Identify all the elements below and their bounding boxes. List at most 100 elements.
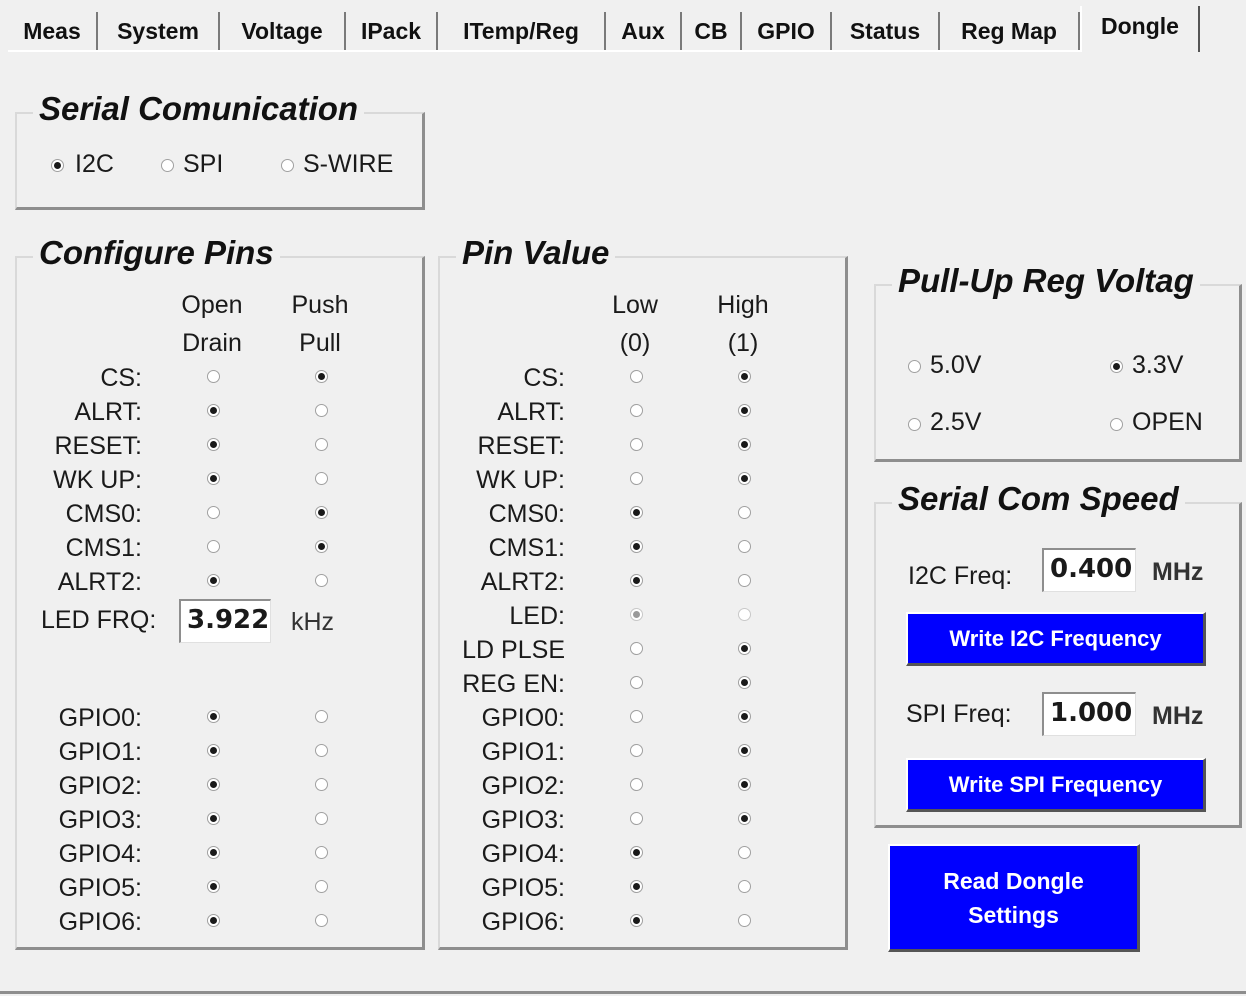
write-spi-frequency-button[interactable]: Write SPI Frequency: [906, 758, 1206, 812]
tab-bar: Meas System Voltage IPack ITemp/Reg Aux …: [8, 6, 1240, 52]
config-gpio0-push-pull-radio[interactable]: [315, 710, 328, 723]
pullup-3v3-radio[interactable]: [1110, 360, 1123, 373]
pinvalue-ldplse-high-radio[interactable]: [738, 642, 751, 655]
pinvalue-ldplse-low-radio[interactable]: [630, 642, 643, 655]
config-gpio1-open-drain-radio[interactable]: [207, 744, 220, 757]
config-gpio5-open-drain-radio[interactable]: [207, 880, 220, 893]
pinvalue-gpio0-high-radio[interactable]: [738, 710, 751, 723]
serial-i2c-radio[interactable]: [51, 159, 64, 172]
pinvalue-gpio6-low-radio[interactable]: [630, 914, 643, 927]
config-gpio4-open-drain-radio[interactable]: [207, 846, 220, 859]
pinvalue-alrt2-low-radio[interactable]: [630, 574, 643, 587]
config-cs-label: CS:: [100, 364, 142, 392]
config-alrt-push-pull-radio[interactable]: [315, 404, 328, 417]
config-cms1-push-pull-radio[interactable]: [315, 540, 328, 553]
config-cs-push-pull-radio[interactable]: [315, 370, 328, 383]
pullup-open-radio[interactable]: [1110, 418, 1123, 431]
pullup-5v-radio[interactable]: [908, 360, 921, 373]
tab-gpio[interactable]: GPIO: [742, 12, 832, 50]
pinvalue-cms1-low-radio[interactable]: [630, 540, 643, 553]
tab-meas[interactable]: Meas: [8, 12, 98, 50]
led-frq-field[interactable]: 3.922: [179, 599, 271, 643]
config-gpio2-push-pull-radio[interactable]: [315, 778, 328, 791]
config-gpio1-push-pull-radio[interactable]: [315, 744, 328, 757]
config-reset-push-pull-radio[interactable]: [315, 438, 328, 451]
config-alrt2-push-pull-radio[interactable]: [315, 574, 328, 587]
config-gpio0-open-drain-radio[interactable]: [207, 710, 220, 723]
pinvalue-gpio4-high-radio[interactable]: [738, 846, 751, 859]
config-reset-label: RESET:: [54, 432, 142, 460]
serial-swire-radio[interactable]: [281, 159, 294, 172]
pinvalue-alrt-low-radio[interactable]: [630, 404, 643, 417]
pinvalue-gpio2-high-radio[interactable]: [738, 778, 751, 791]
pinvalue-gpio1-high-radio[interactable]: [738, 744, 751, 757]
pinvalue-regen-low-radio[interactable]: [630, 676, 643, 689]
tab-status[interactable]: Status: [832, 12, 940, 50]
config-cs-open-drain-radio[interactable]: [207, 370, 220, 383]
pinvalue-alrt-high-radio[interactable]: [738, 404, 751, 417]
pinvalue-led-high-radio[interactable]: [738, 608, 751, 621]
config-gpio3-open-drain-radio[interactable]: [207, 812, 220, 825]
config-gpio2-label: GPIO2:: [58, 772, 142, 800]
config-gpio6-open-drain-radio[interactable]: [207, 914, 220, 927]
config-gpio5-label: GPIO5:: [58, 874, 142, 902]
pinvalue-cms1-high-radio[interactable]: [738, 540, 751, 553]
pinvalue-cs-high-radio[interactable]: [738, 370, 751, 383]
config-gpio2-open-drain-radio[interactable]: [207, 778, 220, 791]
config-wkup-open-drain-radio[interactable]: [207, 472, 220, 485]
write-i2c-frequency-button[interactable]: Write I2C Frequency: [906, 612, 1206, 666]
pinvalue-wkup-high-radio[interactable]: [738, 472, 751, 485]
pinvalue-gpio5-high-radio[interactable]: [738, 880, 751, 893]
config-alrt2-open-drain-radio[interactable]: [207, 574, 220, 587]
i2c-freq-field[interactable]: 0.400: [1042, 548, 1136, 592]
pinvalue-gpio5-low-radio[interactable]: [630, 880, 643, 893]
tab-cb[interactable]: CB: [682, 12, 742, 50]
pullup-2v5-radio[interactable]: [908, 418, 921, 431]
pinvalue-reset-high-radio[interactable]: [738, 438, 751, 451]
tab-system[interactable]: System: [98, 12, 220, 50]
serial-spi-radio[interactable]: [161, 159, 174, 172]
config-cms0-open-drain-radio[interactable]: [207, 506, 220, 519]
config-cms0-push-pull-radio[interactable]: [315, 506, 328, 519]
pinvalue-cms0-high-radio[interactable]: [738, 506, 751, 519]
config-gpio4-push-pull-radio[interactable]: [315, 846, 328, 859]
config-reset-open-drain-radio[interactable]: [207, 438, 220, 451]
config-gpio5-push-pull-radio[interactable]: [315, 880, 328, 893]
read-dongle-settings-button[interactable]: Read Dongle Settings: [888, 844, 1140, 952]
pinvalue-gpio0-low-radio[interactable]: [630, 710, 643, 723]
config-gpio3-label: GPIO3:: [58, 806, 142, 834]
pinvalue-cms1-label: CMS1:: [488, 534, 565, 562]
pinvalue-gpio3-high-radio[interactable]: [738, 812, 751, 825]
i2c-freq-unit: MHz: [1152, 558, 1204, 586]
pinvalue-reset-low-radio[interactable]: [630, 438, 643, 451]
tab-ipack[interactable]: IPack: [346, 12, 438, 50]
tab-aux[interactable]: Aux: [606, 12, 682, 50]
pinvalue-gpio2-low-radio[interactable]: [630, 778, 643, 791]
pinvalue-cs-low-radio[interactable]: [630, 370, 643, 383]
config-wkup-push-pull-radio[interactable]: [315, 472, 328, 485]
config-gpio4-label: GPIO4:: [58, 840, 142, 868]
config-gpio6-push-pull-radio[interactable]: [315, 914, 328, 927]
pinvalue-gpio4-label: GPIO4:: [481, 840, 565, 868]
serial-i2c-label: I2C: [75, 150, 114, 178]
pinvalue-cms0-low-radio[interactable]: [630, 506, 643, 519]
config-cms1-open-drain-radio[interactable]: [207, 540, 220, 553]
tab-dongle[interactable]: Dongle: [1080, 6, 1200, 52]
tab-reg-map[interactable]: Reg Map: [940, 12, 1080, 50]
pinvalue-led-low-radio[interactable]: [630, 608, 643, 621]
pinvalue-gpio4-low-radio[interactable]: [630, 846, 643, 859]
pinvalue-gpio1-low-radio[interactable]: [630, 744, 643, 757]
pinvalue-alrt2-high-radio[interactable]: [738, 574, 751, 587]
config-wkup-label: WK UP:: [53, 466, 142, 494]
tab-itemp-reg[interactable]: ITemp/Reg: [438, 12, 606, 50]
pinvalue-wkup-low-radio[interactable]: [630, 472, 643, 485]
pinvalue-gpio6-high-radio[interactable]: [738, 914, 751, 927]
spi-freq-field[interactable]: 1.000: [1042, 692, 1136, 736]
tab-voltage[interactable]: Voltage: [220, 12, 346, 50]
pinvalue-gpio1-label: GPIO1:: [481, 738, 565, 766]
pinvalue-regen-high-radio[interactable]: [738, 676, 751, 689]
config-alrt-open-drain-radio[interactable]: [207, 404, 220, 417]
config-gpio3-push-pull-radio[interactable]: [315, 812, 328, 825]
pinvalue-gpio3-low-radio[interactable]: [630, 812, 643, 825]
pullup-voltage-title: Pull-Up Reg Voltag: [892, 262, 1200, 300]
